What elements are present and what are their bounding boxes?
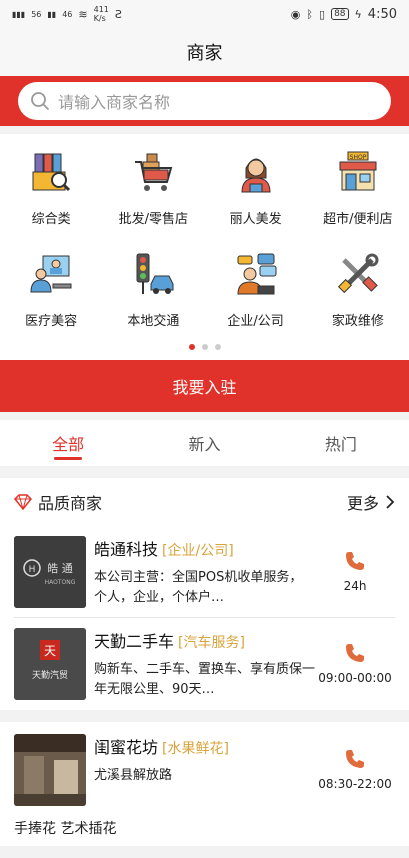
wifi-icon: ≋ bbox=[78, 7, 88, 21]
more-link[interactable]: 更多 bbox=[347, 490, 395, 514]
svg-text:SHOP: SHOP bbox=[350, 154, 367, 161]
traffic-light-car-icon bbox=[136, 253, 174, 294]
hairdresser-icon bbox=[241, 158, 271, 193]
category-label: 丽人美发 bbox=[229, 212, 282, 227]
page-indicator bbox=[0, 344, 409, 350]
merchant-logo: 天 天勤汽贸 bbox=[14, 628, 86, 700]
svg-text:天勤汽贸: 天勤汽贸 bbox=[32, 669, 68, 681]
category-comprehensive[interactable]: 综合类 bbox=[0, 148, 102, 250]
chevron-right-icon bbox=[386, 495, 395, 509]
phone-icon bbox=[346, 644, 364, 662]
category-company[interactable]: 企业/公司 bbox=[205, 250, 307, 352]
tab-label: 全部 bbox=[52, 435, 85, 454]
merchant-category-tag: [企业/公司] bbox=[162, 543, 234, 559]
tab-all[interactable]: 全部 bbox=[0, 420, 136, 466]
battery-icon: 88 bbox=[331, 8, 349, 20]
category-label: 企业/公司 bbox=[227, 314, 284, 329]
phone-icon bbox=[346, 750, 364, 768]
business-hours: 09:00-00:00 bbox=[318, 671, 392, 685]
category-beauty[interactable]: 丽人美发 bbox=[205, 148, 307, 250]
merchant-address: 尤溪县解放路 bbox=[94, 768, 173, 783]
charging-icon: ϟ bbox=[354, 7, 362, 21]
diamond-icon bbox=[14, 494, 32, 510]
category-medical[interactable]: 医疗美容 bbox=[0, 250, 102, 352]
tools-icon bbox=[337, 253, 379, 294]
category-repair[interactable]: 家政维修 bbox=[307, 250, 409, 352]
svg-text:H: H bbox=[29, 565, 36, 575]
page-title: 商家 bbox=[0, 28, 409, 76]
category-label: 医疗美容 bbox=[25, 314, 78, 329]
clock: 4:50 bbox=[367, 6, 397, 22]
tab-hot[interactable]: 热门 bbox=[273, 420, 409, 466]
merchant-name: 天勤二手车 bbox=[94, 632, 175, 651]
more-label: 更多 bbox=[346, 494, 379, 513]
category-label: 批发/零售店 bbox=[118, 212, 189, 227]
svg-text:皓 通: 皓 通 bbox=[47, 562, 73, 575]
signal-icon-2: ▮▮ bbox=[47, 9, 57, 19]
call-button[interactable]: 09:00-00:00 bbox=[315, 643, 395, 685]
merchant-photo bbox=[14, 734, 86, 806]
section-title: 品质商家 bbox=[38, 494, 103, 513]
merchant-tabs: 全部 新入 热门 bbox=[0, 420, 409, 466]
merchant-item[interactable]: 闺蜜花坊 [水果鲜花] 尤溪县解放路 08:30-22:00 bbox=[0, 734, 409, 806]
signal-icon: ▮▮▮ bbox=[12, 9, 26, 19]
call-button[interactable]: 08:30-22:00 bbox=[315, 749, 395, 791]
signal-label-1: 56 bbox=[31, 9, 42, 19]
merchant-description: 购新车、二手车、置换车、享有质保一年无限公里、90天… bbox=[94, 662, 315, 697]
category-label: 综合类 bbox=[31, 212, 71, 227]
category-label: 超市/便利店 bbox=[323, 212, 393, 227]
search-input[interactable]: 请输入商家名称 bbox=[18, 82, 391, 120]
eye-icon: ◉ bbox=[290, 7, 301, 21]
merchant-logo: H 皓 通 HAOTONG bbox=[14, 536, 86, 608]
signal-label-2: 46 bbox=[62, 9, 73, 19]
page-dot bbox=[201, 344, 208, 350]
sync-icon: Ƨ bbox=[114, 7, 122, 21]
folder-search-icon bbox=[32, 153, 71, 192]
tab-label: 热门 bbox=[324, 435, 357, 454]
status-bar: ▮▮▮ 56 ▮▮ 46 ≋ 411 K/s Ƨ ◉ ᛒ ▯ 88 ϟ 4:50 bbox=[0, 0, 409, 28]
phone-icon bbox=[346, 552, 364, 570]
category-supermarket[interactable]: SHOP 超市/便利店 bbox=[307, 148, 409, 250]
merchant-tagline: 手捧花 艺术插花 bbox=[14, 821, 117, 837]
merchant-name: 闺蜜花坊 bbox=[94, 738, 159, 757]
category-transport[interactable]: 本地交通 bbox=[102, 250, 204, 352]
net-speed: 411 K/s bbox=[93, 5, 109, 23]
category-grid: 综合类 批发/零售店 丽人美发 SHOP 超市/便利店 医疗美容 本地交通 企业… bbox=[0, 134, 409, 360]
search-bar: 请输入商家名称 bbox=[0, 76, 409, 126]
merchant-description: 本公司主营：全国POS机收单服务，个人，企业，个体户… bbox=[94, 570, 303, 605]
bluetooth-icon: ᛒ bbox=[306, 7, 314, 21]
page-dot bbox=[214, 344, 221, 350]
merchant-name: 皓通科技 bbox=[94, 540, 159, 559]
search-icon bbox=[31, 92, 49, 110]
merchant-category-tag: [水果鲜花] bbox=[162, 741, 229, 757]
category-wholesale[interactable]: 批发/零售店 bbox=[102, 148, 204, 250]
doctor-computer-icon bbox=[30, 255, 72, 293]
business-hours: 08:30-22:00 bbox=[318, 777, 392, 791]
category-label: 家政维修 bbox=[331, 314, 384, 329]
page-dot bbox=[188, 344, 195, 350]
business-hours: 24h bbox=[343, 579, 367, 593]
merchant-item[interactable]: H 皓 通 HAOTONG 皓通科技 [企业/公司] 本公司主营：全国POS机收单… bbox=[0, 526, 409, 618]
category-label: 本地交通 bbox=[127, 314, 180, 329]
svg-text:天: 天 bbox=[44, 644, 56, 658]
tab-label: 新入 bbox=[188, 435, 221, 454]
quality-section: 品质商家 更多 H 皓 通 HAOTONG 皓通科技 [企业/公司] 本公司主营：… bbox=[0, 478, 409, 710]
merchant-item[interactable]: 天 天勤汽贸 天勤二手车 [汽车服务] 购新车、二手车、置换车、享有质保一年无限公… bbox=[0, 618, 409, 710]
shop-icon: SHOP bbox=[339, 151, 377, 191]
tab-new[interactable]: 新入 bbox=[136, 420, 272, 466]
search-placeholder: 请输入商家名称 bbox=[58, 93, 171, 112]
svg-text:HAOTONG: HAOTONG bbox=[45, 579, 76, 586]
join-button[interactable]: 我要入驻 bbox=[0, 360, 409, 412]
call-button[interactable]: 24h bbox=[315, 551, 395, 593]
merchant-list-section: 闺蜜花坊 [水果鲜花] 尤溪县解放路 08:30-22:00 手捧花 艺术插花 bbox=[0, 722, 409, 846]
business-person-icon bbox=[237, 253, 277, 295]
merchant-category-tag: [汽车服务] bbox=[178, 635, 245, 651]
vibrate-icon: ▯ bbox=[319, 7, 326, 21]
shopping-cart-icon bbox=[135, 153, 173, 191]
